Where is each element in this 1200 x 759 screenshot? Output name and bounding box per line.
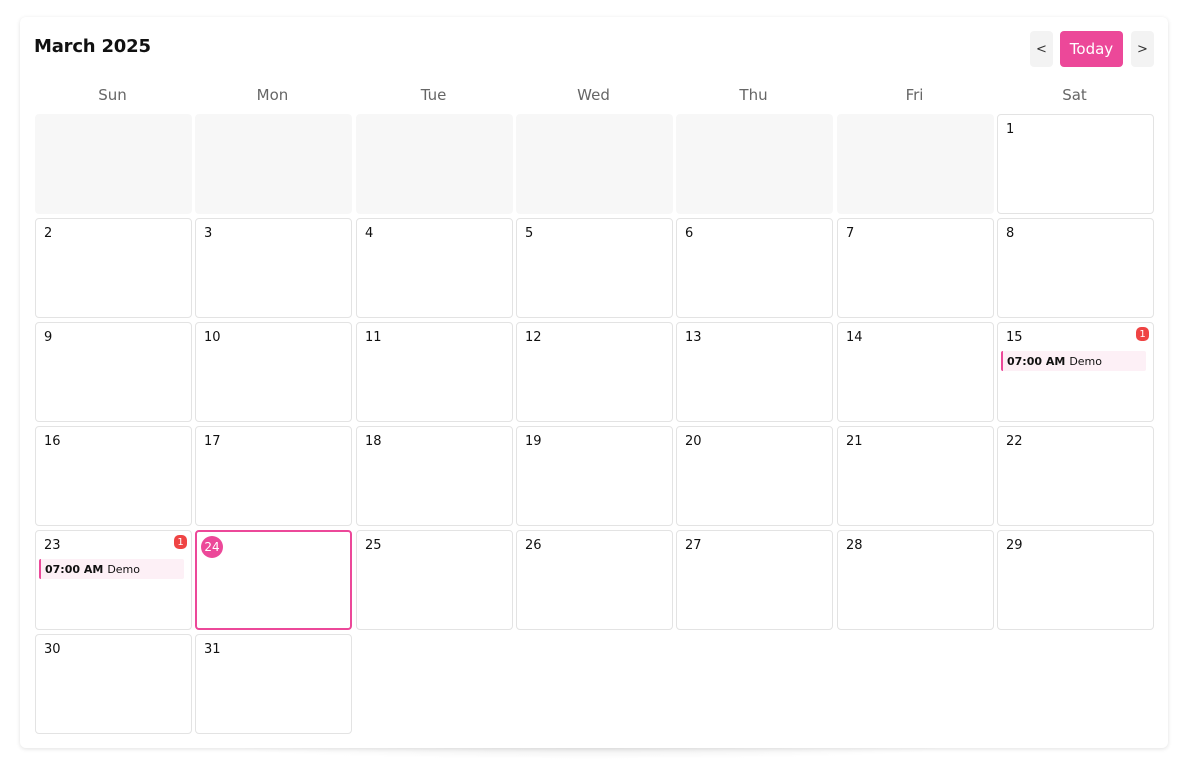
day-number: 2 (44, 226, 53, 241)
day-number: 27 (685, 538, 702, 553)
day-number: 12 (525, 330, 542, 345)
month-title: March 2025 (34, 36, 151, 57)
day-cell[interactable]: 25 (356, 530, 513, 630)
day-cell[interactable]: 3 (195, 218, 352, 318)
weekday-fri: Fri (905, 86, 924, 104)
day-number: 22 (1006, 434, 1023, 449)
today-date-marker: 24 (201, 536, 223, 558)
day-cell[interactable]: 22 (997, 426, 1154, 526)
day-number: 28 (846, 538, 863, 553)
empty-day-cell (35, 114, 192, 214)
day-number: 10 (204, 330, 221, 345)
next-month-button[interactable]: > (1131, 31, 1154, 67)
day-number: 19 (525, 434, 542, 449)
event-time: 07:00 AM (1007, 354, 1066, 368)
empty-day-cell (195, 114, 352, 214)
day-cell[interactable]: 16 (35, 426, 192, 526)
day-cell[interactable]: 6 (676, 218, 833, 318)
day-cell[interactable]: 21 (837, 426, 994, 526)
day-number: 26 (525, 538, 542, 553)
day-cell[interactable]: 26 (516, 530, 673, 630)
day-number: 1 (1006, 122, 1015, 137)
empty-day-cell (356, 114, 513, 214)
weekday-sun: Sun (98, 86, 127, 104)
calendar-event[interactable]: 07:00 AM Demo (1001, 351, 1146, 371)
today-button[interactable]: Today (1060, 31, 1123, 67)
day-cell[interactable]: 15 1 07:00 AM Demo (997, 322, 1154, 422)
day-cell[interactable]: 14 (837, 322, 994, 422)
day-number: 21 (846, 434, 863, 449)
day-cell[interactable]: 8 (997, 218, 1154, 318)
weekday-sat: Sat (1062, 86, 1087, 104)
day-cell[interactable]: 17 (195, 426, 352, 526)
day-number: 11 (365, 330, 382, 345)
day-number: 23 (44, 538, 61, 553)
day-number: 8 (1006, 226, 1015, 241)
weekday-thu: Thu (739, 86, 768, 104)
day-number: 3 (204, 226, 213, 241)
day-number: 31 (204, 642, 221, 657)
day-cell[interactable]: 18 (356, 426, 513, 526)
day-cell[interactable]: 2 (35, 218, 192, 318)
day-cell[interactable]: 31 (195, 634, 352, 734)
weekday-tue: Tue (420, 86, 447, 104)
event-count-badge: 1 (174, 535, 187, 549)
day-cell[interactable]: 28 (837, 530, 994, 630)
day-cell[interactable]: 19 (516, 426, 673, 526)
day-number: 9 (44, 330, 53, 345)
day-cell[interactable]: 27 (676, 530, 833, 630)
day-cell[interactable]: 29 (997, 530, 1154, 630)
calendar-event[interactable]: 07:00 AM Demo (39, 559, 184, 579)
day-cell[interactable]: 23 1 07:00 AM Demo (35, 530, 192, 630)
day-number: 4 (365, 226, 374, 241)
day-cell[interactable]: 30 (35, 634, 192, 734)
event-title: Demo (1069, 354, 1102, 368)
day-number: 18 (365, 434, 382, 449)
day-cell[interactable]: 11 (356, 322, 513, 422)
day-cell[interactable]: 5 (516, 218, 673, 318)
empty-day-cell (676, 114, 833, 214)
day-number: 5 (525, 226, 534, 241)
event-count-badge: 1 (1136, 327, 1149, 341)
day-cell[interactable]: 4 (356, 218, 513, 318)
day-number: 17 (204, 434, 221, 449)
weekday-wed: Wed (577, 86, 610, 104)
day-number: 15 (1006, 330, 1023, 345)
day-number: 7 (846, 226, 855, 241)
day-cell-today[interactable]: 24 (195, 530, 352, 630)
prev-month-button[interactable]: < (1030, 31, 1053, 67)
day-cell[interactable]: 9 (35, 322, 192, 422)
empty-day-cell (516, 114, 673, 214)
day-cell[interactable]: 10 (195, 322, 352, 422)
event-title: Demo (107, 562, 140, 576)
day-cell[interactable]: 20 (676, 426, 833, 526)
day-cell[interactable]: 13 (676, 322, 833, 422)
event-time: 07:00 AM (45, 562, 104, 576)
day-number: 20 (685, 434, 702, 449)
weekday-mon: Mon (256, 86, 289, 104)
day-number: 14 (846, 330, 863, 345)
day-number: 13 (685, 330, 702, 345)
day-number: 30 (44, 642, 61, 657)
day-number: 16 (44, 434, 61, 449)
day-cell[interactable]: 1 (997, 114, 1154, 214)
empty-day-cell (837, 114, 994, 214)
day-number: 29 (1006, 538, 1023, 553)
day-number: 25 (365, 538, 382, 553)
day-number: 6 (685, 226, 694, 241)
day-cell[interactable]: 7 (837, 218, 994, 318)
day-cell[interactable]: 12 (516, 322, 673, 422)
